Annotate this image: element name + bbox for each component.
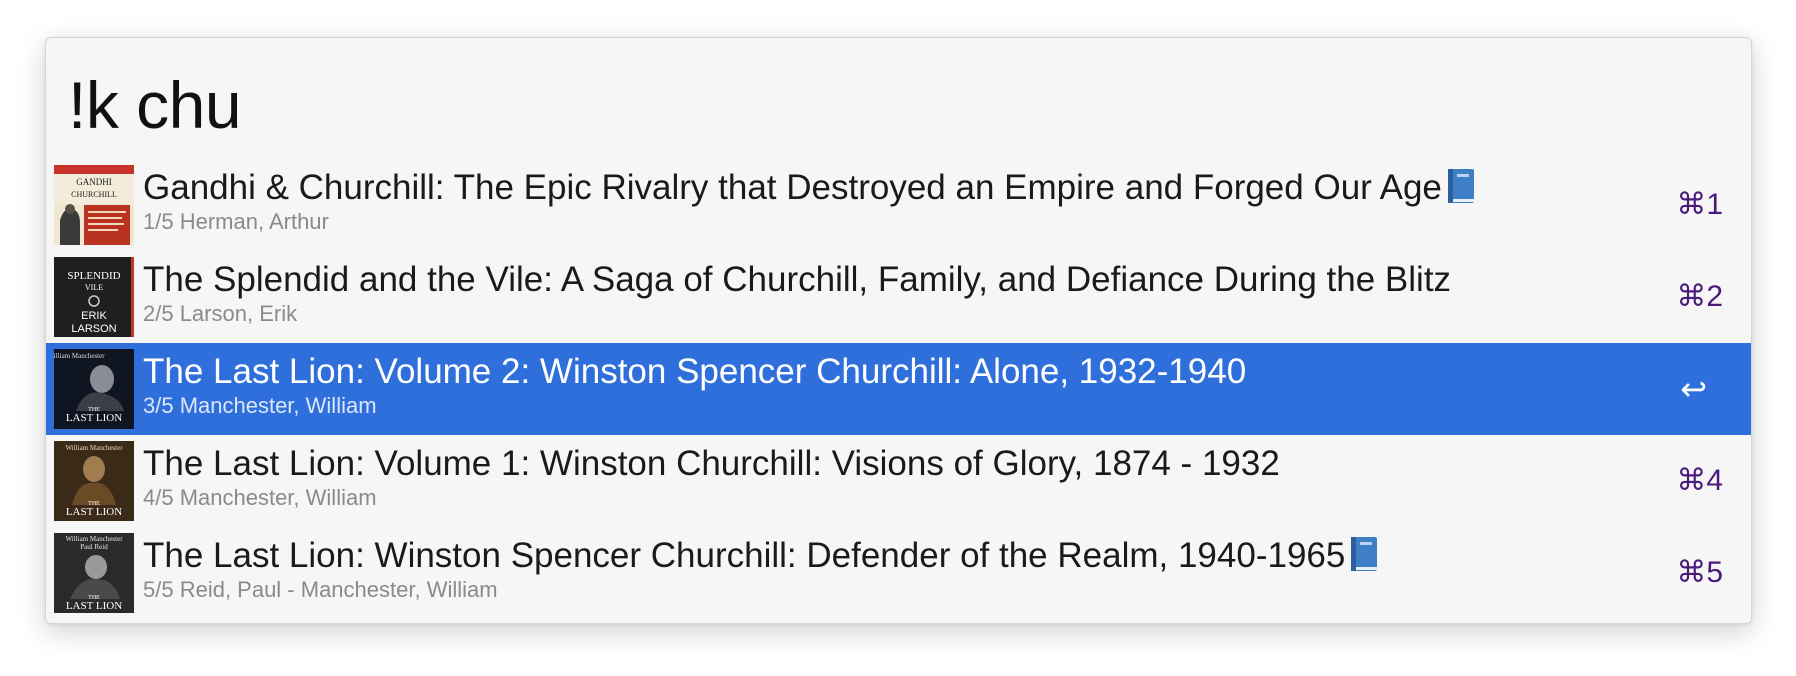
svg-text:Paul Reid: Paul Reid [80,543,108,551]
svg-text:GANDHI: GANDHI [76,177,112,187]
result-row[interactable]: William Manchester Paul Reid THE LAST LI… [46,527,1751,619]
cover-art: SPLENDID VILE ERIK LARSON [54,257,134,337]
result-subtitle: 1/5 Herman, Arthur [143,209,329,234]
svg-text:William Manchester: William Manchester [65,444,123,452]
svg-text:LAST LION: LAST LION [66,506,122,518]
result-subtitle: 5/5 Reid, Paul - Manchester, William [143,577,498,602]
result-row[interactable]: GANDHI CHURCHILL Gandhi & Churchill: The… [46,159,1751,251]
result-row[interactable]: SPLENDID VILE ERIK LARSON The Splendid a… [46,251,1751,343]
blue-book-icon [1349,536,1379,572]
svg-text:VILE: VILE [85,283,103,292]
book-cover-thumbnail: William Manchester THE LAST LION [54,349,134,429]
book-cover-thumbnail: William Manchester Paul Reid THE LAST LI… [54,533,134,613]
svg-text:LARSON: LARSON [71,323,116,335]
result-title: The Last Lion: Winston Spencer Churchill… [143,536,1346,575]
result-title: Gandhi & Churchill: The Epic Rivalry tha… [143,168,1442,207]
svg-text:SPLENDID: SPLENDID [67,270,120,282]
result-title: The Splendid and the Vile: A Saga of Chu… [143,260,1452,299]
result-subtitle: 2/5 Larson, Erik [143,301,298,326]
cover-art: William Manchester Paul Reid THE LAST LI… [54,533,134,613]
cover-art: GANDHI CHURCHILL [54,165,134,245]
result-subtitle: 3/5 Manchester, William [143,393,377,418]
book-cover-thumbnail: William Manchester THE LAST LION [54,441,134,521]
svg-text:LAST LION: LAST LION [66,600,122,612]
result-row[interactable]: William Manchester THE LAST LION The Las… [46,435,1751,527]
result-title: The Last Lion: Volume 1: Winston Churchi… [143,444,1280,483]
svg-text:ERIK: ERIK [81,310,107,322]
result-subtitle: 4/5 Manchester, William [143,485,377,510]
cover-art: William Manchester THE LAST LION [54,349,134,429]
keyboard-shortcut: ⌘2 [1676,280,1723,313]
cover-art: William Manchester THE LAST LION [54,441,134,521]
keyboard-shortcut: ⌘1 [1676,188,1723,221]
book-cover-thumbnail: SPLENDID VILE ERIK LARSON [54,257,134,337]
return-key-icon: ↩ [1680,371,1707,407]
svg-text:CHURCHILL: CHURCHILL [71,190,117,199]
book-cover-thumbnail: GANDHI CHURCHILL [54,165,134,245]
launcher-window: !k chu GANDHI CHURCHILL Gandhi & Churchi… [45,37,1752,624]
search-input[interactable]: !k chu [68,60,242,150]
keyboard-shortcut: ⌘5 [1676,556,1723,589]
svg-text:LAST LION: LAST LION [66,412,122,424]
svg-text:William Manchester: William Manchester [54,352,105,360]
results-list: GANDHI CHURCHILL Gandhi & Churchill: The… [46,159,1751,619]
result-title: The Last Lion: Volume 2: Winston Spencer… [143,352,1247,391]
svg-text:William Manchester: William Manchester [65,535,123,543]
result-row-selected[interactable]: William Manchester THE LAST LION The Las… [46,343,1751,435]
blue-book-icon [1446,168,1476,204]
keyboard-shortcut: ⌘4 [1676,464,1723,497]
